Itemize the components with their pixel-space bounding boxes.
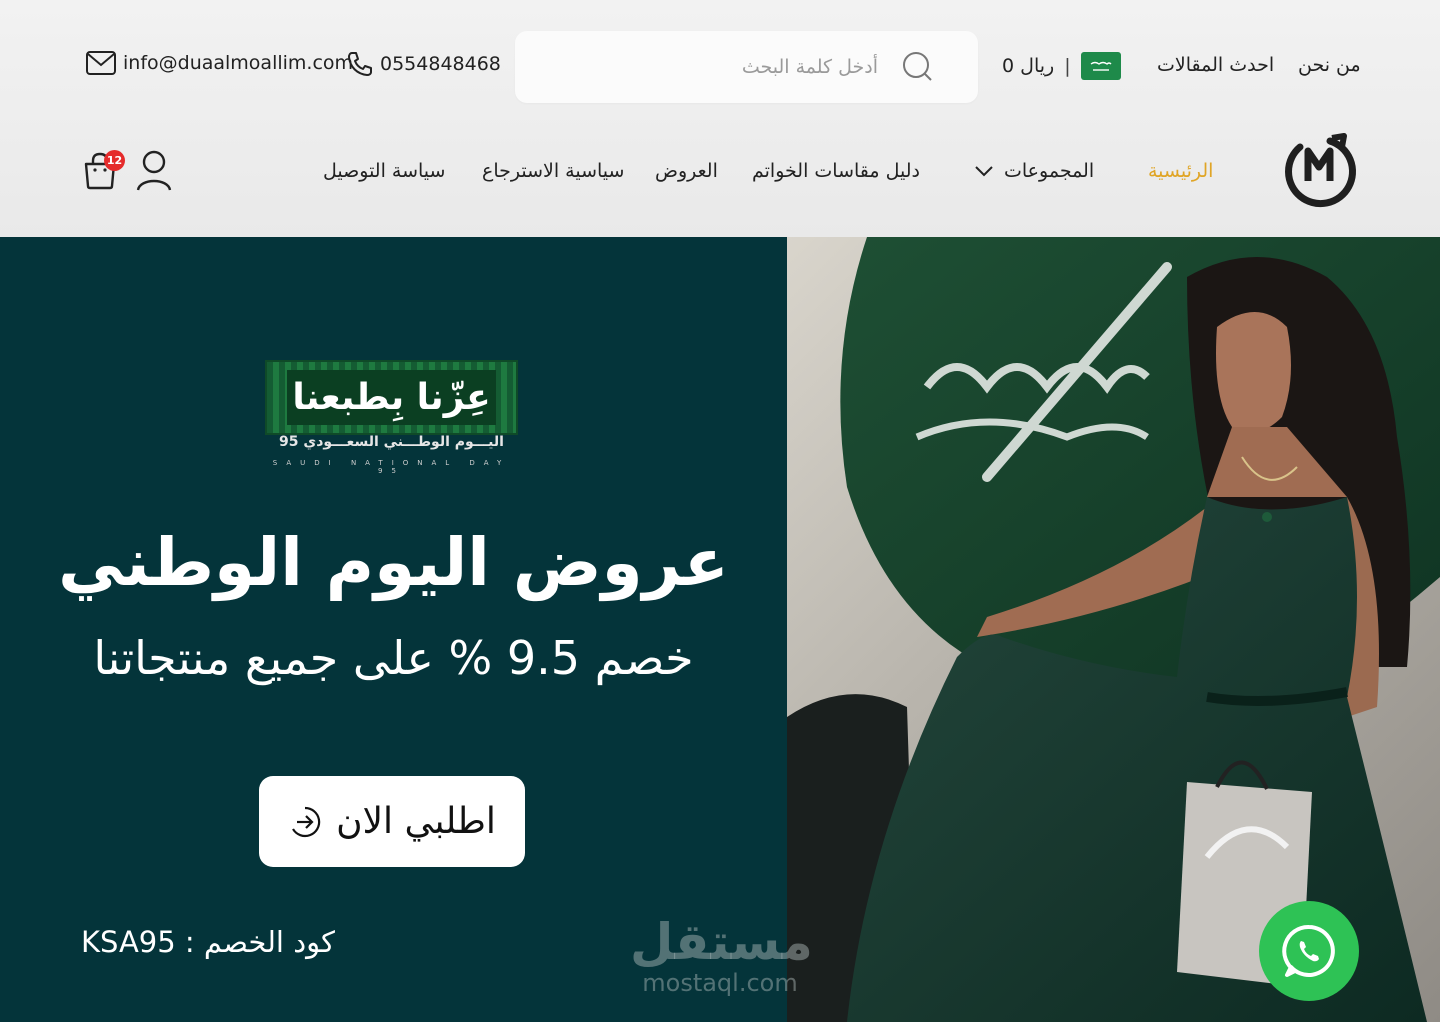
- phone-icon: [348, 52, 372, 76]
- search-input[interactable]: أدخل كلمة البحث: [742, 56, 878, 78]
- national-day-logo-subtitle: اليـــوم الوطـــني السعـــودي 95: [279, 434, 504, 450]
- contact-email[interactable]: info@duaalmoallim.com: [85, 50, 353, 76]
- discount-code: كود الخصم : KSA95: [81, 925, 335, 959]
- national-day-logo-title: عِزّنا بِطبعنا: [287, 370, 496, 425]
- photo-illustration: [787, 237, 1440, 1022]
- email-text[interactable]: info@duaalmoallim.com: [123, 52, 353, 74]
- hero-subtitle: خصم 9.5 % على جميع منتجاتنا: [93, 631, 694, 685]
- nav-latest-articles[interactable]: احدث المقالات: [1157, 54, 1274, 76]
- user-icon: [136, 150, 172, 191]
- mostaql-watermark: مستقل mostaql.com: [630, 913, 813, 997]
- nav-return-policy[interactable]: سياسية الاسترجاع: [482, 160, 624, 182]
- cart-count-badge: 12: [104, 150, 125, 171]
- mail-icon: [86, 51, 116, 75]
- hero-model-photo: [787, 237, 1440, 1022]
- hero-title: عروض اليوم الوطني: [58, 524, 729, 601]
- cart-total-separator: |: [1064, 55, 1071, 77]
- brand-logo[interactable]: [1282, 133, 1360, 215]
- nav-ring-size-guide[interactable]: دليل مقاسات الخواتم: [752, 160, 920, 182]
- saudi-flag-icon: [1080, 52, 1121, 80]
- account-button[interactable]: [136, 150, 172, 196]
- site-header: info@duaalmoallim.com 0554848468 أدخل كل…: [0, 0, 1440, 237]
- search-icon[interactable]: [902, 51, 934, 83]
- watermark-english: mostaql.com: [642, 969, 798, 997]
- national-day-logo-caption: SAUDI NATIONAL DAY 95: [272, 459, 511, 475]
- nav-collections-label: المجموعات: [1004, 160, 1095, 182]
- whatsapp-icon: [1282, 924, 1335, 977]
- whatsapp-button[interactable]: [1259, 901, 1359, 1001]
- cart-total-amount: 0 ريال: [1002, 55, 1055, 77]
- arrow-right-circle-icon: [292, 806, 321, 837]
- nav-offers[interactable]: العروض: [655, 160, 718, 182]
- nav-collections[interactable]: المجموعات: [974, 160, 1094, 182]
- phone-text[interactable]: 0554848468: [380, 53, 501, 75]
- face-shape: [1216, 312, 1291, 433]
- contact-phone[interactable]: 0554848468: [346, 50, 501, 78]
- chevron-down-icon: [975, 166, 993, 177]
- search-bar[interactable]: أدخل كلمة البحث: [515, 31, 978, 103]
- watermark-arabic: مستقل: [630, 913, 813, 971]
- nav-home[interactable]: الرئيسية: [1148, 160, 1213, 182]
- nav-shipping-policy[interactable]: سياسة التوصيل: [323, 160, 445, 182]
- national-day-logo: عِزّنا بِطبعنا: [265, 360, 518, 435]
- order-now-label: اطلبي الان: [336, 801, 496, 842]
- nav-about-us[interactable]: من نحن: [1298, 54, 1361, 76]
- order-now-button[interactable]: اطلبي الان: [259, 776, 525, 867]
- cart-total[interactable]: 0 ريال |: [1002, 52, 1121, 80]
